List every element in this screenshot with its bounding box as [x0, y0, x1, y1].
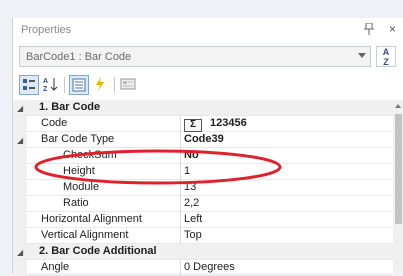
code-value: 123456	[210, 117, 247, 129]
alphabetical-button[interactable]: A Z	[41, 75, 61, 95]
property-row-code[interactable]: Code Σ 123456	[13, 116, 393, 132]
property-name: Module	[63, 181, 100, 193]
column-divider	[180, 228, 181, 244]
events-button[interactable]	[91, 75, 111, 95]
row-gutter	[13, 164, 27, 180]
properties-panel: Properties × BarCode1 : Bar Code A Z A Z	[12, 18, 403, 276]
property-row-ratio[interactable]: Ratio 2,2	[13, 196, 393, 212]
object-selector-value: BarCode1 : Bar Code	[26, 51, 132, 63]
sigma-icon[interactable]: Σ	[184, 119, 202, 132]
sort-a-label: A	[382, 47, 390, 57]
column-divider	[180, 180, 181, 196]
property-row-vertical-alignment[interactable]: Vertical Alignment Top	[13, 228, 393, 244]
property-value[interactable]: Top	[184, 229, 202, 241]
column-divider	[180, 196, 181, 212]
sort-z-label: Z	[383, 57, 389, 67]
property-value[interactable]: No	[184, 149, 199, 161]
property-row-module[interactable]: Module 13	[13, 180, 393, 196]
collapse-icon[interactable]: ◢	[17, 248, 23, 257]
alphabetical-icon: A Z	[43, 78, 58, 93]
close-icon[interactable]: ×	[389, 22, 396, 36]
row-gutter	[13, 148, 27, 164]
category-bar-code-additional[interactable]: ◢ 2. Bar Code Additional	[13, 244, 393, 260]
object-selector[interactable]: BarCode1 : Bar Code	[19, 46, 371, 67]
collapse-icon[interactable]: ◢	[17, 104, 23, 113]
property-value[interactable]: 0 Degrees	[184, 261, 235, 273]
property-name: Vertical Alignment	[41, 229, 129, 241]
pin-icon[interactable]	[364, 23, 374, 35]
property-value[interactable]: 1	[184, 165, 190, 177]
property-grid: ◢ 1. Bar Code Code Σ 123456 ◢ Bar Code Ty…	[13, 100, 403, 276]
properties-toolbar: A Z	[17, 74, 397, 96]
property-name: Code	[41, 117, 68, 129]
svg-text:Z: Z	[43, 86, 48, 93]
column-divider	[180, 148, 181, 164]
collapse-icon[interactable]: ◢	[17, 136, 23, 145]
property-pages-button[interactable]	[119, 75, 139, 95]
row-gutter	[13, 212, 27, 228]
property-row-bar-code-type[interactable]: ◢ Bar Code Type Code39	[13, 132, 393, 148]
property-row-horizontal-alignment[interactable]: Horizontal Alignment Left	[13, 212, 393, 228]
toolbar-divider	[114, 77, 115, 93]
categorized-button[interactable]	[19, 75, 39, 95]
chevron-down-icon	[358, 53, 366, 58]
properties-button[interactable]	[69, 75, 89, 95]
property-name: CheckSum	[63, 149, 117, 161]
category-label: 1. Bar Code	[39, 101, 101, 113]
vertical-scrollbar[interactable]	[393, 100, 403, 273]
sort-az-button[interactable]: A Z	[376, 46, 396, 67]
row-gutter	[13, 116, 27, 132]
property-row-angle[interactable]: Angle 0 Degrees	[13, 260, 393, 276]
row-gutter	[13, 180, 27, 196]
property-pages-icon	[120, 78, 136, 90]
property-value[interactable]: 2,2	[184, 197, 199, 209]
property-row-height[interactable]: Height 1	[13, 164, 393, 180]
panel-titlebar: Properties ×	[13, 18, 403, 42]
row-gutter	[13, 228, 27, 244]
properties-icon	[72, 78, 86, 92]
property-name: Horizontal Alignment	[41, 213, 142, 225]
events-icon	[96, 77, 104, 91]
column-divider	[180, 212, 181, 228]
category-label: 2. Bar Code Additional	[39, 245, 157, 257]
property-value[interactable]: Code39	[184, 133, 224, 145]
property-name: Angle	[41, 261, 70, 273]
property-name: Bar Code Type	[41, 133, 115, 145]
categorized-icon	[23, 79, 35, 90]
toolbar-divider	[64, 77, 65, 93]
scrollbar-thumb[interactable]	[395, 114, 402, 224]
scroll-up-icon[interactable]	[395, 104, 401, 108]
property-name: Ratio	[63, 197, 89, 209]
property-value[interactable]: Σ 123456	[184, 117, 247, 132]
property-row-checksum[interactable]: CheckSum No	[13, 148, 393, 164]
column-divider	[180, 116, 181, 132]
column-divider	[180, 164, 181, 180]
property-value[interactable]: Left	[184, 213, 202, 225]
category-bar-code[interactable]: ◢ 1. Bar Code	[13, 100, 393, 116]
column-divider	[180, 260, 181, 276]
row-gutter	[13, 196, 27, 212]
row-gutter	[13, 260, 27, 276]
property-name: Height	[63, 165, 95, 177]
panel-title: Properties	[21, 24, 72, 36]
column-divider	[180, 132, 181, 148]
property-value[interactable]: 13	[184, 181, 196, 193]
svg-text:A: A	[43, 78, 48, 85]
